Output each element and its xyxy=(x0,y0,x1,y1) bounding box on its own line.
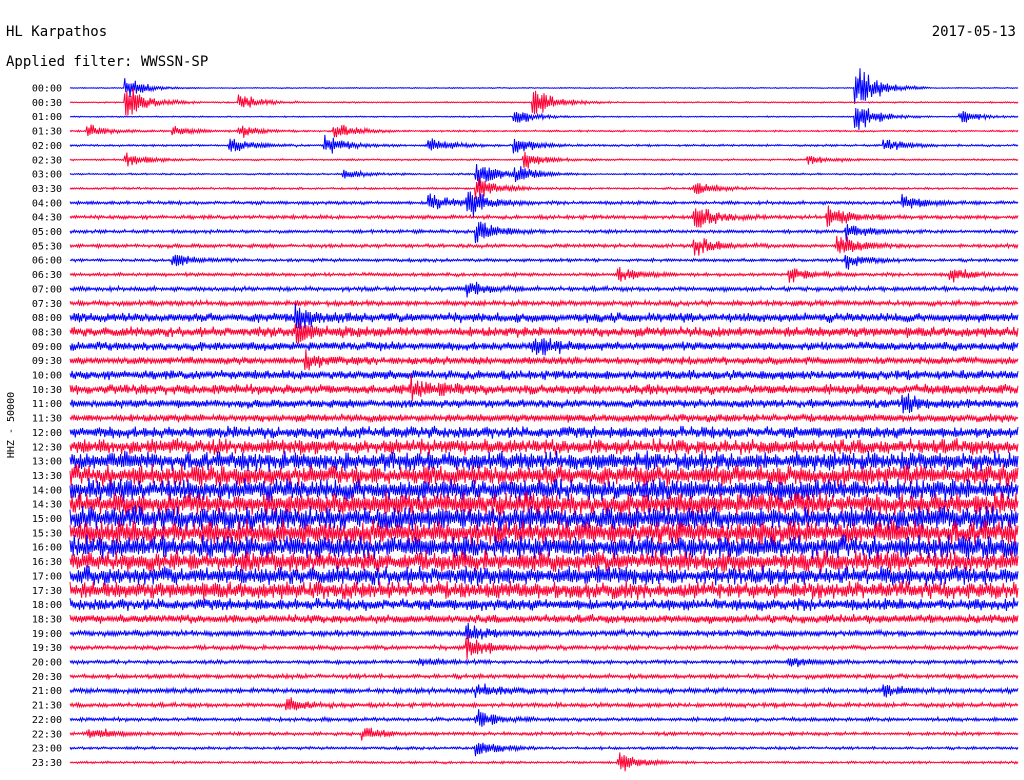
time-tick-label: 05:30 xyxy=(32,241,62,252)
time-tick-label: 21:30 xyxy=(32,701,62,712)
time-tick-label: 18:00 xyxy=(32,600,62,611)
time-tick-label: 03:00 xyxy=(32,170,62,181)
time-tick-label: 11:30 xyxy=(32,414,62,425)
time-tick-label: 03:30 xyxy=(32,184,62,195)
y-axis-label: HHZ - 50000 xyxy=(6,392,17,458)
time-tick-label: 06:30 xyxy=(32,270,62,281)
time-tick-label: 22:30 xyxy=(32,729,62,740)
time-tick-label: 04:30 xyxy=(32,213,62,224)
time-tick-label: 07:30 xyxy=(32,299,62,310)
date-label: 2017-05-13 xyxy=(932,24,1016,40)
time-tick-label: 19:30 xyxy=(32,643,62,654)
time-tick-label: 16:00 xyxy=(32,543,62,554)
time-tick-label: 13:00 xyxy=(32,457,62,468)
helicorder-chart: HL Karpathos 2017-05-13 Applied filter: … xyxy=(0,0,1024,780)
time-tick-label: 02:00 xyxy=(32,141,62,152)
time-tick-label: 05:00 xyxy=(32,227,62,238)
time-tick-label: 09:30 xyxy=(32,356,62,367)
time-tick-label: 20:30 xyxy=(32,672,62,683)
time-tick-label: 23:30 xyxy=(32,758,62,769)
time-tick-label: 13:30 xyxy=(32,471,62,482)
time-tick-label: 06:00 xyxy=(32,256,62,267)
time-tick-label: 22:00 xyxy=(32,715,62,726)
time-tick-label: 16:30 xyxy=(32,557,62,568)
time-tick-label: 23:00 xyxy=(32,744,62,755)
time-tick-label: 01:00 xyxy=(32,112,62,123)
time-tick-label: 08:00 xyxy=(32,313,62,324)
time-tick-label: 02:30 xyxy=(32,155,62,166)
time-tick-label: 09:00 xyxy=(32,342,62,353)
time-tick-label: 11:00 xyxy=(32,399,62,410)
time-tick-label: 21:00 xyxy=(32,686,62,697)
time-tick-label: 00:30 xyxy=(32,98,62,109)
time-tick-label: 20:00 xyxy=(32,658,62,669)
time-tick-label: 00:00 xyxy=(32,84,62,95)
time-tick-label: 12:00 xyxy=(32,428,62,439)
time-tick-label: 14:00 xyxy=(32,485,62,496)
time-tick-label: 15:00 xyxy=(32,514,62,525)
time-tick-label: 10:00 xyxy=(32,371,62,382)
time-tick-label: 01:30 xyxy=(32,127,62,138)
time-tick-label: 19:00 xyxy=(32,629,62,640)
time-tick-label: 12:30 xyxy=(32,442,62,453)
time-tick-label: 17:00 xyxy=(32,571,62,582)
time-tick-label: 07:00 xyxy=(32,284,62,295)
time-tick-label: 08:30 xyxy=(32,327,62,338)
time-tick-label: 14:30 xyxy=(32,500,62,511)
station-title: HL Karpathos xyxy=(6,24,107,40)
time-tick-label: 10:30 xyxy=(32,385,62,396)
time-tick-label: 04:00 xyxy=(32,198,62,209)
time-tick-label: 18:30 xyxy=(32,614,62,625)
time-tick-label: 15:30 xyxy=(32,528,62,539)
time-tick-label: 17:30 xyxy=(32,586,62,597)
filter-label: Applied filter: WWSSN-SP xyxy=(6,54,208,70)
